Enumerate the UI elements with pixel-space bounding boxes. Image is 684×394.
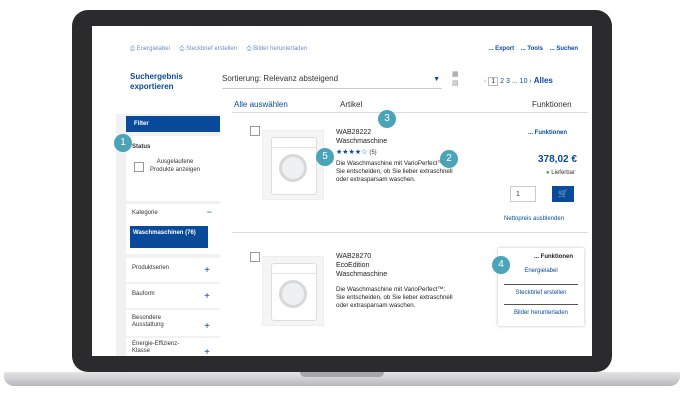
prev-page-icon[interactable]: ‹ xyxy=(484,78,486,85)
quantity-value: 1 xyxy=(516,191,520,198)
export-results-link[interactable]: Suchergebnis exportieren xyxy=(130,72,210,92)
quantity-stepper[interactable]: 1 xyxy=(510,186,536,202)
collapse-icon[interactable]: − xyxy=(207,207,212,217)
functions-column-header: Funktionen xyxy=(532,100,572,109)
product-checkbox[interactable] xyxy=(250,126,260,136)
expand-icon[interactable]: + xyxy=(204,265,210,276)
steckbrief-link[interactable]: ⎙ Steckbrief erstellen xyxy=(180,46,242,52)
callout-5: 5 xyxy=(316,148,334,166)
filter-item-label: Bauform xyxy=(132,291,155,297)
product-model: WAB28222 xyxy=(336,129,372,136)
energielabel-menu-item[interactable]: Energielabel xyxy=(498,268,584,274)
washing-machine-icon xyxy=(271,263,317,321)
availability-dot-icon: ● xyxy=(546,170,550,176)
header-divider xyxy=(232,112,588,113)
functions-dropdown-title: ... Funktionen xyxy=(534,254,573,260)
product-description: Die Waschmaschine mit VarioPerfect™: Sie… xyxy=(336,160,453,183)
chevron-down-icon: ▼ xyxy=(433,76,440,83)
category-chip-waschmaschinen[interactable]: Waschmaschinen (76) xyxy=(130,226,208,248)
filter-item-label: Besondere Ausstattung xyxy=(132,315,164,328)
toolbar-links: ⎙ Energielabel ⎙ Steckbrief erstellen ⎙ … xyxy=(130,46,315,53)
show-all-link[interactable]: Alles xyxy=(534,76,553,85)
functions-dropdown: ... Funktionen Energielabel Steckbrief e… xyxy=(498,248,584,326)
select-all-link[interactable]: Alle auswählen xyxy=(234,100,288,109)
rating-stars[interactable]: ★★★★☆ (5) xyxy=(336,148,377,156)
expand-icon[interactable]: + xyxy=(204,321,210,332)
status-filter: Status Ausgelaufene Produkte anzeigen xyxy=(126,136,220,201)
delivery-status: ● Lieferbar xyxy=(546,170,575,176)
sort-select[interactable]: Sortierung: Relevanz absteigend ▼ xyxy=(222,74,442,89)
category-filter: Kategorie − Waschmaschinen (76) xyxy=(126,204,220,254)
page-ellipsis: ... xyxy=(511,78,518,85)
star-icons: ★★★★☆ xyxy=(336,149,368,156)
product-image[interactable] xyxy=(262,256,324,326)
cart-icon: 🛒 xyxy=(558,189,568,198)
washing-machine-icon xyxy=(271,137,317,195)
product-description: Die Waschmaschine mit VarioPerfect™: Sie… xyxy=(336,286,453,309)
product-name: Waschmaschine xyxy=(336,138,388,145)
functions-link[interactable]: ... Funktionen xyxy=(528,130,567,136)
filter-header[interactable]: Filter xyxy=(126,116,220,132)
list-view-icon[interactable]: ▤ xyxy=(452,79,459,88)
page-2[interactable]: 2 xyxy=(500,78,504,85)
product-title[interactable]: WAB28270 EcoEdition Waschmaschine xyxy=(336,252,406,279)
discontinued-label: Ausgelaufene Produkte anzeigen xyxy=(149,159,201,173)
next-page-icon[interactable]: › xyxy=(529,78,531,85)
add-to-cart-button[interactable]: 🛒 xyxy=(552,186,574,202)
product-model: WAB28270 xyxy=(336,253,372,260)
product-name: EcoEdition Waschmaschine xyxy=(336,262,388,278)
screen: ⎙ Energielabel ⎙ Steckbrief erstellen ⎙ … xyxy=(92,26,592,356)
discontinued-checkbox[interactable] xyxy=(134,162,144,172)
hide-net-price-link[interactable]: Nettopreis ausblenden xyxy=(504,216,564,222)
rating-count: (5) xyxy=(369,150,377,156)
filter-item-energie-effizienz[interactable]: Energie-Effizienz-Klasse + xyxy=(126,338,220,356)
page-1[interactable]: 1 xyxy=(488,77,499,86)
article-column-header: Artikel xyxy=(340,100,363,109)
callout-1: 1 xyxy=(114,134,132,152)
expand-icon[interactable]: + xyxy=(204,291,210,302)
bilder-menu-item[interactable]: Bilder herunterladen xyxy=(498,310,584,316)
filter-item-produktserien[interactable]: Produktserien + xyxy=(126,258,220,282)
view-toggle[interactable]: ▦ ▤ xyxy=(452,70,459,88)
product-image[interactable] xyxy=(262,130,324,200)
laptop-notch xyxy=(300,372,384,377)
callout-2: 2 xyxy=(440,150,458,168)
category-label: Kategorie xyxy=(132,210,158,216)
steckbrief-menu-item[interactable]: Steckbrief erstellen xyxy=(498,290,584,296)
product-checkbox[interactable] xyxy=(250,252,260,262)
page-3[interactable]: 3 xyxy=(506,78,510,85)
export-link[interactable]: ... Export xyxy=(488,46,514,52)
bilder-link[interactable]: ⎙ Bilder herunterladen xyxy=(247,46,312,52)
product-price: 378,02 € xyxy=(538,154,577,165)
tools-link[interactable]: ... Tools xyxy=(521,46,543,52)
filter-item-label: Produktserien xyxy=(132,265,170,271)
product-title[interactable]: WAB28222 Waschmaschine xyxy=(336,128,387,146)
sort-label: Sortierung: Relevanz absteigend xyxy=(222,74,339,83)
energielabel-link[interactable]: ⎙ Energielabel xyxy=(130,46,174,52)
grid-view-icon[interactable]: ▦ xyxy=(452,70,459,79)
page-10[interactable]: 10 xyxy=(520,78,528,85)
suchen-link[interactable]: ... Suchen xyxy=(550,46,578,52)
header-actions: ... Export ... Tools ... Suchen xyxy=(483,46,578,52)
filter-item-besondere-ausstattung[interactable]: Besondere Ausstattung + xyxy=(126,310,220,336)
filter-item-bauform[interactable]: Bauform + xyxy=(126,284,220,308)
expand-icon[interactable]: + xyxy=(204,347,210,356)
callout-3: 3 xyxy=(378,110,396,128)
row-divider xyxy=(232,232,588,233)
filter-item-label: Energie-Effizienz-Klasse xyxy=(132,341,180,354)
status-label: Status xyxy=(132,144,151,150)
callout-4: 4 xyxy=(492,256,510,274)
pagination: ‹ 1 2 3 ... 10 › Alles xyxy=(484,76,553,86)
